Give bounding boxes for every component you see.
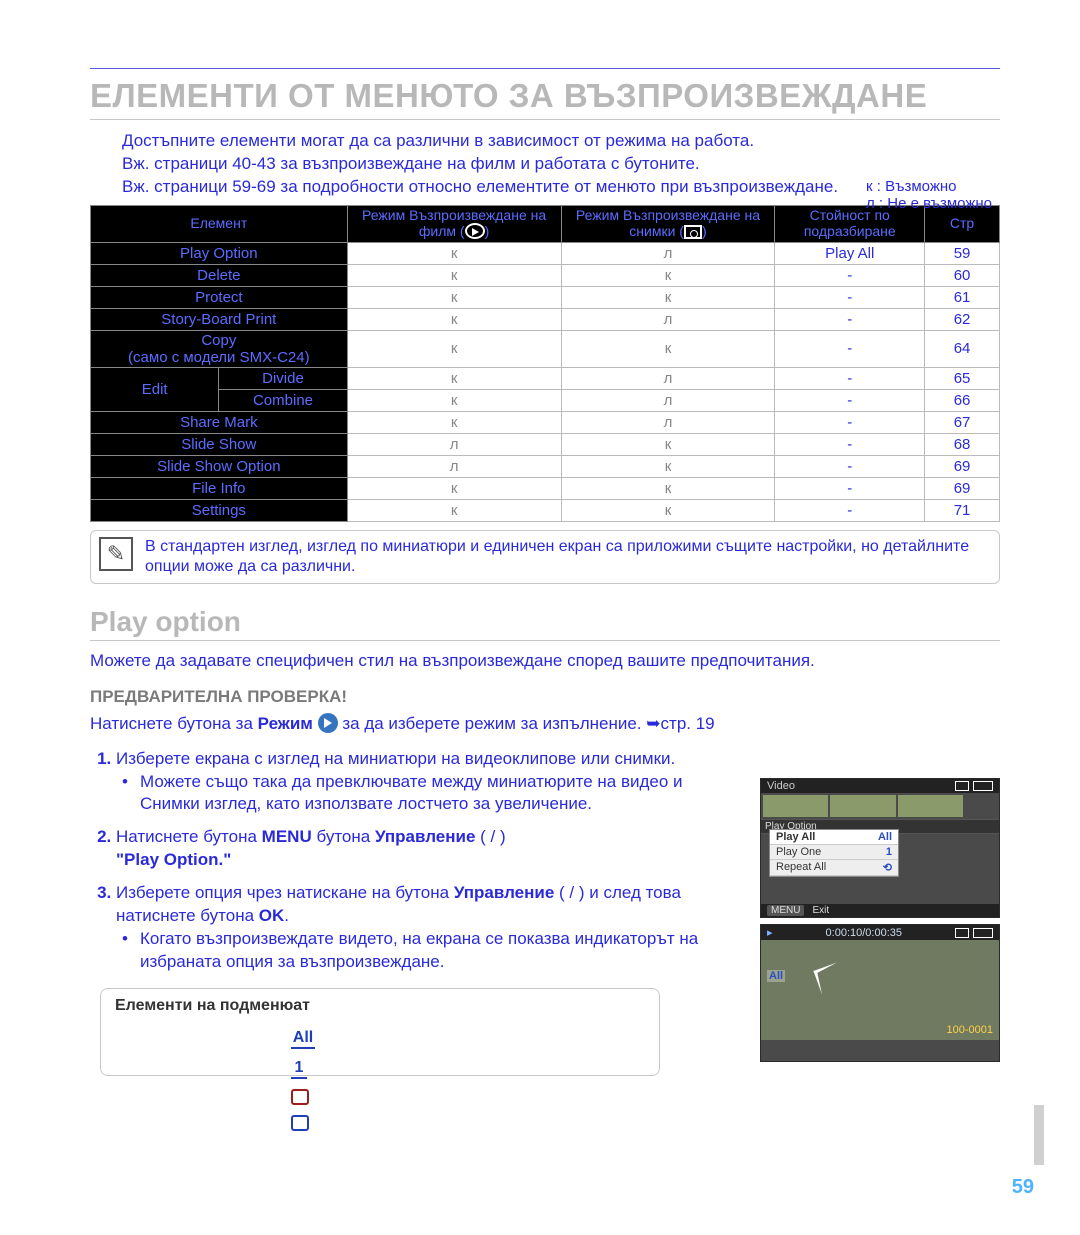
submenu-title: Елементи на подменюат — [115, 997, 645, 1015]
step-3: Изберете опция чрез натискане на бутона … — [116, 882, 740, 974]
section-title: Play option — [90, 606, 1000, 641]
step-1: Изберете екрана с изглед на миниатюри на… — [116, 748, 740, 817]
screenshot-menu: Video Play Option Play AllAll Play One1 … — [760, 778, 1000, 918]
lead-text: Можете да задавате специфичен стил на въ… — [90, 651, 1000, 671]
legend-not-possible: л : Не е възможно — [866, 195, 992, 212]
bullet: Достъпните елементи могат да са различни… — [90, 130, 1000, 153]
popup-menu: Play AllAll Play One1 Repeat All⟲ — [769, 829, 899, 877]
step-1-sub: Можете също така да превключвате между м… — [116, 771, 740, 817]
steps-list: Изберете екрана с изглед на миниатюри на… — [90, 748, 740, 974]
battery-icon — [973, 928, 993, 938]
menu-badge: MENU — [767, 905, 804, 916]
exit-label: Exit — [812, 905, 829, 916]
step-2: Натиснете бутона MENU бутона Управление … — [116, 826, 740, 872]
icon-play-all: All — [291, 1029, 315, 1049]
row-group: Edit — [91, 367, 219, 411]
row-name: Delete — [91, 264, 348, 286]
screenshot-playback: ▸ 0:00:10/0:00:35 All 100-0001 — [760, 924, 1000, 1062]
thumb — [763, 795, 828, 817]
camera-screenshots: Video Play Option Play AllAll Play One1 … — [760, 778, 1000, 1068]
row-name: Slide Show — [91, 433, 348, 455]
legend: к : Възможно л : Не е възможно — [866, 178, 992, 212]
note-icon: ✎ — [99, 537, 133, 571]
card-icon — [955, 781, 969, 791]
page-tab — [1034, 1105, 1044, 1165]
submenu-box: Елементи на подменюат All 1 — [100, 988, 660, 1076]
row-name: Settings — [91, 499, 348, 521]
scr1-title: Video — [767, 780, 795, 792]
row-name: File Info — [91, 477, 348, 499]
page-title: ЕЛЕМЕНТИ ОТ МЕНЮТО ЗА ВЪЗПРОИЗВЕЖДАНЕ — [90, 77, 1000, 120]
row-name: Play Option — [91, 242, 348, 264]
note-text: В стандартен изглед, изглед по миниатюри… — [145, 538, 969, 575]
th-film: Режим Възпроизвеждане на филм () — [347, 205, 561, 242]
time-display: 0:00:10/0:00:35 — [826, 927, 902, 939]
icon-play-one: 1 — [291, 1059, 307, 1079]
legend-possible: к : Възможно — [866, 178, 992, 195]
menu-items-table: Елемент Режим Възпроизвеждане на филм ()… — [90, 205, 1000, 522]
icon-repeat-all — [291, 1089, 309, 1105]
cursor-icon — [813, 962, 845, 994]
bullet: Вж. страници 40-43 за възпроизвеждане на… — [90, 153, 1000, 176]
mode-icon — [318, 713, 338, 733]
th-photo: Режим Възпроизвеждане на снимки () — [561, 205, 775, 242]
precheck-text: Натиснете бутона за Режим за да изберете… — [90, 713, 1000, 734]
row-name: Story-Board Print — [91, 308, 348, 330]
page-number: 59 — [1012, 1176, 1034, 1199]
row-name: Share Mark — [91, 411, 348, 433]
step-3-sub: Когато възпроизвеждате видето, на екрана… — [116, 928, 740, 974]
intro-bullets: Достъпните елементи могат да са различни… — [90, 130, 1000, 199]
card-icon — [955, 928, 969, 938]
precheck-label: ПРЕДВАРИТЕЛНА ПРОВЕРКА! — [90, 687, 1000, 707]
note-box: ✎ В стандартен изглед, изглед по миниатю… — [90, 530, 1000, 584]
play-icon: ▸ — [767, 926, 773, 939]
film-icon — [465, 223, 485, 239]
clip-number: 100-0001 — [947, 1024, 994, 1036]
row-name: Copy (само с модели SMX-C24) — [91, 330, 348, 367]
row-sub: Divide — [219, 367, 347, 389]
row-sub: Combine — [219, 389, 347, 411]
photo-icon — [684, 225, 702, 239]
row-name: Protect — [91, 286, 348, 308]
row-name: Slide Show Option — [91, 455, 348, 477]
th-element: Елемент — [91, 205, 348, 242]
icon-repeat-one — [291, 1115, 309, 1131]
battery-icon — [973, 781, 993, 791]
play-all-indicator: All — [767, 970, 785, 982]
bullet: Вж. страници 59-69 за подробности относн… — [90, 176, 1000, 199]
